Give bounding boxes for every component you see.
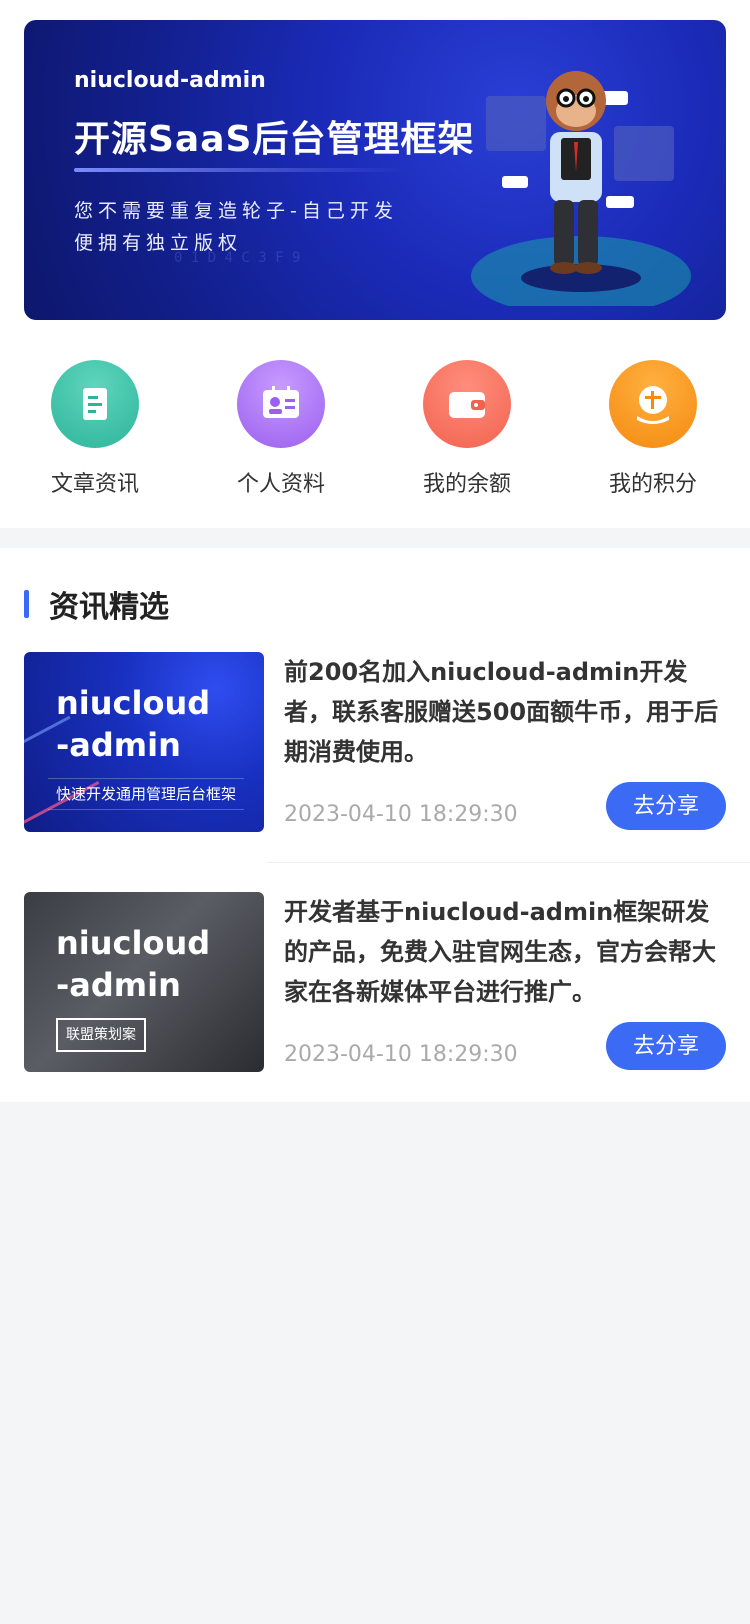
wallet-icon — [423, 360, 511, 448]
thumbnail-subtitle: 联盟策划案 — [56, 1018, 146, 1052]
article-summary: 前200名加入niucloud-admin开发者，联系客服赠送500面额牛币，用… — [284, 658, 719, 766]
quick-nav-articles[interactable]: 文章资讯 — [20, 338, 170, 498]
banner-tagline-1: 您不需要重复造轮子-自己开发 — [74, 200, 398, 222]
article-card[interactable]: niucloud -admin 联盟策划案 开发者基于niucloud-admin… — [24, 892, 726, 1072]
banner-divider — [74, 168, 404, 172]
profile-card-icon — [237, 360, 325, 448]
hero-banner[interactable]: 0 1 D 4 C 3 F 9 niucloud-admin 开源SaaS后台管… — [24, 20, 726, 320]
banner-tagline-2: 便拥有独立版权 — [74, 232, 243, 254]
article-thumbnail: niucloud -admin 联盟策划案 — [24, 892, 264, 1072]
article-summary: 开发者基于niucloud-admin框架研发的产品，免费入驻官网生态，官方会帮… — [284, 898, 716, 1006]
quick-nav-points[interactable]: 我的积分 — [578, 338, 728, 498]
article-divider — [266, 862, 750, 863]
section-header: 资讯精选 — [24, 584, 169, 625]
news-section: 资讯精选 niucloud -admin 快速开发通用管理后台框架 前200名加入… — [0, 548, 750, 1102]
quick-nav-label: 个人资料 — [236, 472, 325, 497]
article-card[interactable]: niucloud -admin 快速开发通用管理后台框架 前200名加入niucl… — [24, 652, 726, 832]
points-icon — [609, 360, 697, 448]
quick-nav-balance[interactable]: 我的余额 — [392, 338, 542, 498]
quick-nav-profile[interactable]: 个人资料 — [206, 338, 356, 498]
section-title: 资讯精选 — [49, 590, 169, 625]
banner-headline: 开源SaaS后台管理框架 — [74, 119, 475, 160]
quick-nav-label: 文章资讯 — [50, 472, 139, 497]
article-date: 2023-04-10 18:29:30 — [284, 1042, 518, 1067]
quick-nav-label: 我的积分 — [608, 472, 697, 497]
share-button[interactable]: 去分享 — [606, 782, 726, 830]
banner-brand: niucloud-admin — [74, 68, 266, 93]
quick-nav-label: 我的余额 — [422, 472, 511, 497]
share-button[interactable]: 去分享 — [606, 1022, 726, 1070]
thumbnail-title: niucloud -admin — [56, 924, 211, 1004]
monkey-mascot-illustration — [471, 71, 691, 306]
article-thumbnail: niucloud -admin 快速开发通用管理后台框架 — [24, 652, 264, 832]
top-card: 0 1 D 4 C 3 F 9 niucloud-admin 开源SaaS后台管… — [0, 0, 750, 528]
article-date: 2023-04-10 18:29:30 — [284, 802, 518, 827]
document-icon — [51, 360, 139, 448]
thumbnail-subtitle: 快速开发通用管理后台框架 — [48, 778, 244, 810]
section-accent-bar — [24, 590, 29, 618]
quick-nav: 文章资讯 个人资料 我的余额 我的积分 — [0, 338, 750, 498]
thumbnail-title: niucloud -admin — [56, 684, 211, 764]
